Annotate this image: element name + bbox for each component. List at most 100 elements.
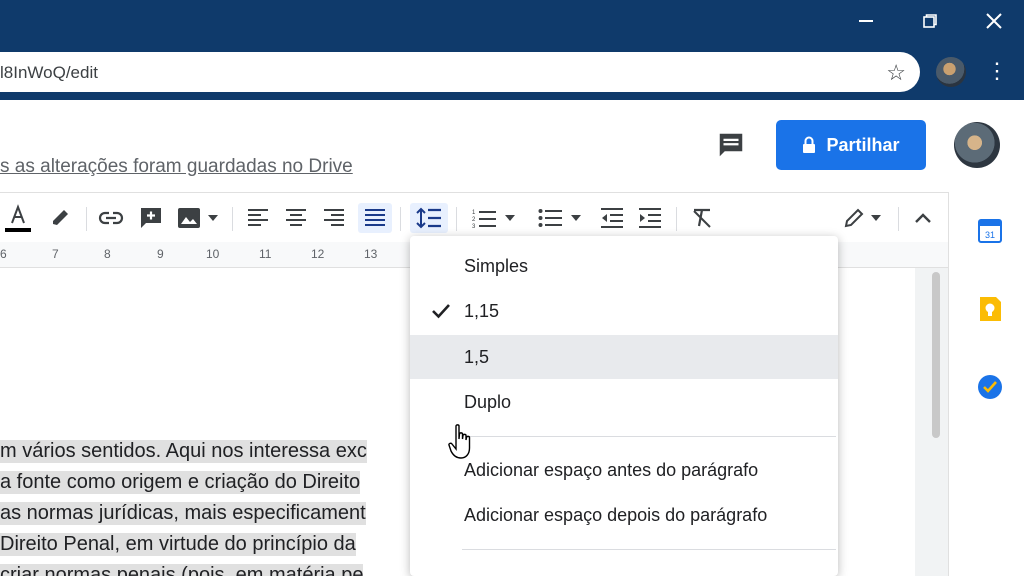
- address-bar[interactable]: l8InWoQ/edit ☆: [0, 52, 920, 92]
- checkmark-icon: [432, 304, 450, 319]
- svg-text:1: 1: [472, 210, 476, 216]
- menu-item-label: Adicionar espaço antes do parágrafo: [464, 459, 759, 480]
- calendar-icon: 31: [978, 219, 1002, 243]
- numbered-list-button[interactable]: 123: [466, 203, 522, 233]
- align-right-icon: [324, 209, 344, 226]
- decrease-indent-icon: [601, 208, 623, 228]
- toolbar-separator: [400, 207, 401, 231]
- document-text-line[interactable]: Direito Penal, em virtude do princípio d…: [0, 533, 356, 556]
- url-text[interactable]: l8InWoQ/edit: [0, 63, 98, 83]
- bulleted-list-button[interactable]: [532, 203, 588, 233]
- docs-header: s as alterações foram guardadas no Drive…: [0, 100, 1024, 192]
- comment-history-icon[interactable]: [716, 130, 746, 160]
- toolbar-separator: [898, 207, 899, 231]
- menu-item-duplo[interactable]: Duplo: [410, 380, 838, 424]
- toolbar-separator: [86, 207, 87, 231]
- restore-icon: [923, 14, 937, 28]
- align-right-button[interactable]: [320, 203, 348, 233]
- justify-button[interactable]: [358, 203, 392, 233]
- side-panel: 31: [948, 192, 1024, 576]
- lock-icon: [803, 136, 816, 153]
- link-icon: [98, 211, 124, 225]
- chevron-up-icon: [915, 213, 931, 223]
- insert-comment-button[interactable]: [138, 203, 164, 233]
- document-text-line[interactable]: m vários sentidos. Aqui nos interessa ex…: [0, 440, 367, 463]
- numbered-list-icon: 123: [472, 210, 496, 228]
- ruler-tick: 11: [259, 247, 272, 261]
- ruler-tick: 12: [311, 247, 325, 261]
- line-spacing-button[interactable]: [410, 203, 448, 233]
- svg-text:2: 2: [472, 217, 476, 223]
- menu-item-label: 1,5: [464, 346, 490, 367]
- align-left-button[interactable]: [244, 203, 272, 233]
- text-color-button[interactable]: [4, 203, 32, 233]
- ruler-tick: 9: [157, 247, 164, 261]
- calendar-day: 31: [985, 230, 995, 240]
- menu-item-simples[interactable]: Simples: [410, 244, 838, 288]
- menu-item-label: Adicionar espaço depois do parágrafo: [464, 504, 768, 525]
- menu-item-1-5[interactable]: 1,5: [410, 335, 838, 379]
- pencil-icon: [844, 208, 864, 228]
- hide-menus-button[interactable]: [908, 203, 938, 233]
- ruler-tick: 7: [52, 247, 59, 261]
- document-text-line[interactable]: a fonte como origem e criação do Direito: [0, 471, 361, 494]
- highlighter-icon: [53, 210, 68, 225]
- toolbar-separator: [676, 207, 677, 231]
- minimize-icon: [859, 20, 873, 22]
- document-scrollbar[interactable]: [932, 272, 940, 438]
- svg-text:3: 3: [472, 224, 476, 228]
- menu-separator: [462, 549, 836, 550]
- keep-app-button[interactable]: [977, 296, 1003, 322]
- text-color-icon: [5, 204, 31, 232]
- tasks-app-button[interactable]: [977, 374, 1003, 400]
- align-center-button[interactable]: [282, 203, 310, 233]
- chevron-down-icon: [871, 215, 881, 221]
- insert-link-button[interactable]: [96, 203, 126, 233]
- increase-indent-icon: [639, 208, 661, 228]
- highlight-color-button[interactable]: [46, 203, 74, 233]
- ruler-tick: 6: [0, 247, 7, 261]
- browser-toolbar: l8InWoQ/edit ☆ ⋮: [0, 44, 1024, 100]
- decrease-indent-button[interactable]: [598, 203, 626, 233]
- align-center-icon: [286, 209, 306, 226]
- clear-formatting-icon: [693, 208, 711, 228]
- add-comment-icon: [141, 208, 161, 228]
- tasks-check-icon: [978, 375, 1002, 399]
- close-window-button[interactable]: [974, 6, 1014, 36]
- hand-pointer-cursor-icon: [448, 424, 471, 459]
- menu-item-label: 1,15: [464, 300, 500, 321]
- chevron-down-icon: [208, 215, 218, 221]
- minimize-button[interactable]: [846, 6, 886, 36]
- menu-item-label: Simples: [464, 255, 529, 276]
- browser-menu-icon[interactable]: ⋮: [986, 58, 1008, 84]
- formatting-toolbar: 123: [0, 192, 948, 242]
- calendar-app-button[interactable]: 31: [977, 218, 1003, 244]
- bulleted-list-icon: [538, 209, 562, 227]
- save-status-link[interactable]: s as alterações foram guardadas no Drive: [0, 156, 353, 178]
- account-avatar[interactable]: [954, 122, 1000, 168]
- line-spacing-icon: [416, 207, 441, 229]
- insert-image-button[interactable]: [174, 203, 222, 233]
- keep-lightbulb-icon: [980, 297, 1001, 321]
- ruler-tick: 10: [206, 247, 220, 261]
- ruler-tick: 8: [104, 247, 111, 261]
- menu-separator: [462, 436, 836, 437]
- document-text-line[interactable]: as normas jurídicas, mais especificament: [0, 502, 366, 525]
- chevron-down-icon: [505, 215, 515, 221]
- restore-button[interactable]: [910, 6, 950, 36]
- share-button[interactable]: Partilhar: [776, 120, 926, 170]
- editing-mode-button[interactable]: [838, 203, 888, 233]
- clear-formatting-button[interactable]: [688, 203, 716, 233]
- image-icon: [178, 208, 200, 228]
- share-button-label: Partilhar: [826, 134, 900, 155]
- browser-profile-avatar[interactable]: [936, 57, 966, 87]
- menu-item-space-after[interactable]: Adicionar espaço depois do parágrafo: [410, 493, 838, 537]
- align-justify-icon: [365, 209, 385, 226]
- chevron-down-icon: [571, 215, 581, 221]
- increase-indent-button[interactable]: [636, 203, 664, 233]
- bookmark-star-icon[interactable]: ☆: [886, 60, 906, 86]
- document-text-line[interactable]: criar normas penais (pois, em matéria pe: [0, 564, 364, 576]
- align-left-icon: [248, 209, 268, 226]
- close-icon: [986, 13, 1002, 29]
- menu-item-1-15[interactable]: 1,15: [410, 289, 838, 333]
